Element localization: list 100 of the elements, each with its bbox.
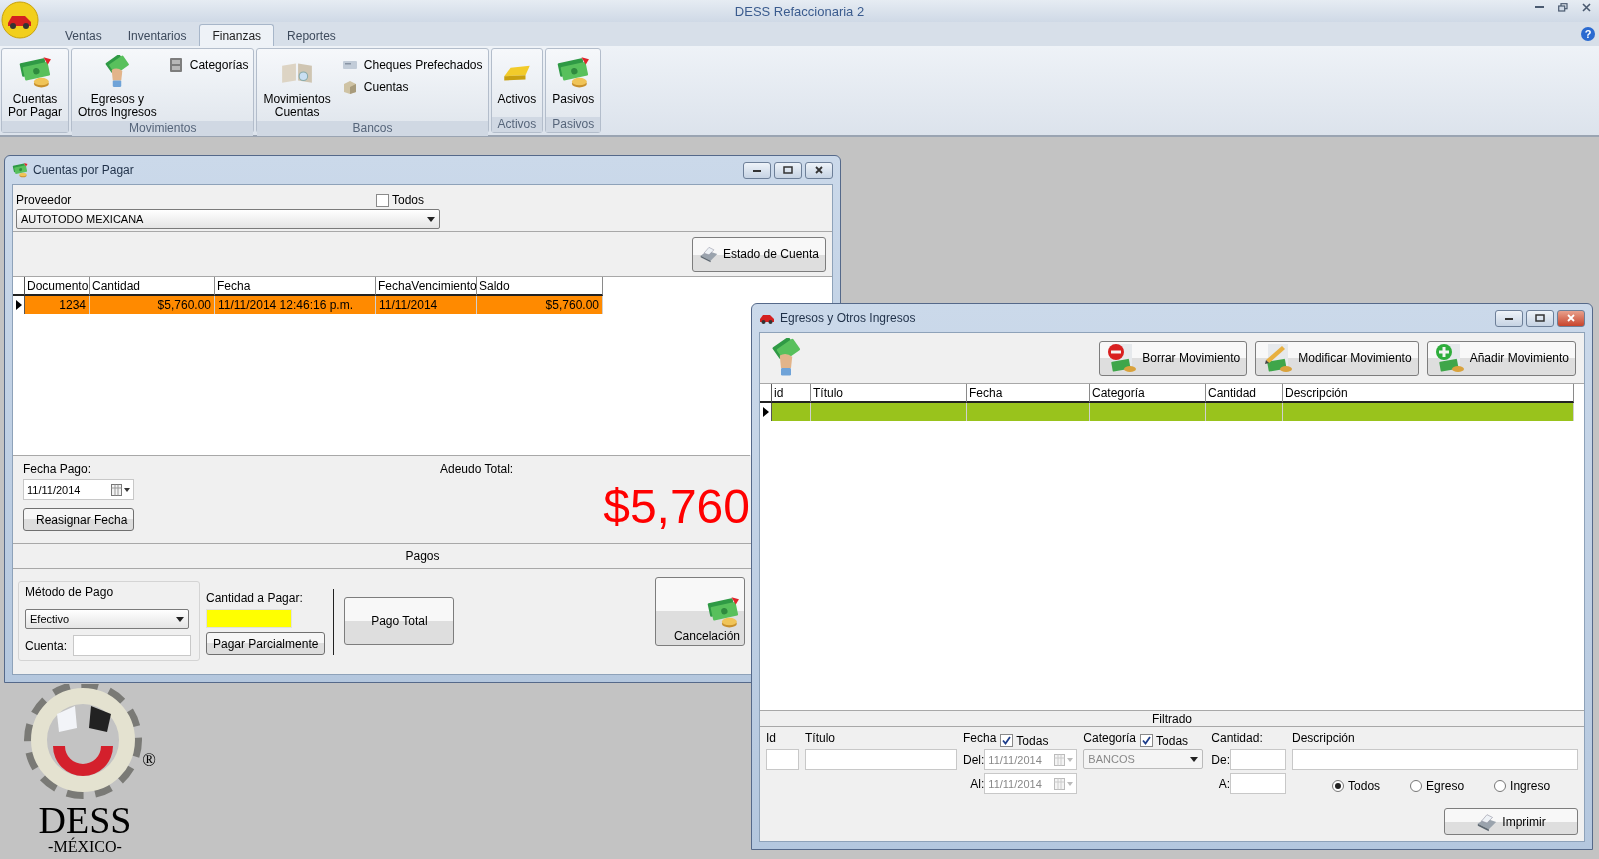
- money-icon: [18, 55, 52, 89]
- checkbox-label: Todos: [391, 193, 424, 207]
- maximize-button[interactable]: [774, 161, 802, 179]
- maximize-icon: [783, 166, 793, 174]
- minimize-button[interactable]: [743, 161, 771, 179]
- table-cell: $5,760.00: [545, 298, 599, 312]
- payment-method-dropdown[interactable]: Efectivo: [25, 609, 189, 629]
- input-field[interactable]: [766, 749, 799, 770]
- money-icon: [706, 595, 740, 629]
- total-amount: $5,760: [603, 482, 750, 532]
- field-label: Título: [805, 729, 836, 746]
- ribbon-button[interactable]: Egresos y Otros Ingresos: [74, 51, 161, 119]
- delete-button[interactable]: Borrar Movimiento: [1099, 340, 1248, 376]
- delete-money-icon: [1106, 342, 1139, 374]
- caret-icon: [1190, 756, 1199, 762]
- group-caption: Activos: [491, 117, 543, 132]
- ribbon-tab[interactable]: Reportes: [274, 24, 349, 46]
- money-icon: [556, 55, 591, 89]
- full-payment-button[interactable]: Pago Total: [344, 597, 455, 645]
- ribbon-button[interactable]: Categorías: [164, 57, 252, 73]
- close-button[interactable]: [805, 161, 833, 179]
- calendar-icon: [1054, 753, 1075, 766]
- maximize-button[interactable]: [1526, 309, 1554, 327]
- group-caption: Bancos: [257, 121, 488, 136]
- radio-button[interactable]: [1332, 780, 1345, 792]
- field-label: A:: [1218, 776, 1231, 791]
- field-label: Al:: [970, 776, 985, 791]
- checkbox-label: Todas: [1156, 733, 1189, 748]
- cancel-button[interactable]: Cancelación: [655, 577, 745, 646]
- group-caption: Movimientos: [72, 121, 254, 136]
- checkbox[interactable]: [375, 193, 389, 207]
- close-button[interactable]: [1557, 309, 1585, 327]
- cabinet-icon: [167, 57, 184, 73]
- ribbon-button[interactable]: Cheques Prefechados: [338, 57, 486, 73]
- input-field[interactable]: [805, 749, 957, 770]
- app-menu-orb-icon: [1, 1, 39, 39]
- radio-button[interactable]: [1410, 780, 1423, 792]
- registered-mark: ®: [142, 750, 156, 771]
- field-label: Cuenta:: [25, 638, 68, 653]
- check-icon: [1142, 736, 1152, 745]
- radio-button[interactable]: [1494, 780, 1507, 792]
- calendar-icon: [111, 483, 131, 496]
- total-label: Adeudo Total:: [440, 462, 514, 476]
- maximize-icon: [1535, 314, 1545, 322]
- partial-payment-button[interactable]: Pagar Parcialmente: [206, 632, 326, 655]
- radio-label: Egreso: [1426, 779, 1465, 793]
- logo-subtitle: -MÉXICO-: [48, 838, 122, 856]
- window-title: Cuentas por Pagar: [33, 163, 134, 177]
- close-icon: [1582, 3, 1591, 12]
- minimize-button[interactable]: [1495, 309, 1523, 327]
- close-button[interactable]: [1582, 3, 1591, 12]
- caret-icon: [427, 216, 435, 222]
- ribbon-button[interactable]: Cuentas Por Pagar: [4, 51, 67, 119]
- table-row[interactable]: 1234 $5,760.00 11/11/2014 12:46:16 p.m. 11/11/2014 $5,760.00: [13, 296, 603, 314]
- print-button[interactable]: Imprimir: [1444, 808, 1578, 835]
- input-field[interactable]: [1230, 773, 1287, 794]
- radio-label: Ingreso: [1510, 779, 1551, 793]
- ribbon-tab[interactable]: Inventarios: [114, 24, 200, 46]
- field-label: Del:: [963, 752, 985, 767]
- minimize-icon: [1504, 315, 1514, 321]
- ribbon-button[interactable]: Movimientos Cuentas: [259, 51, 335, 119]
- date-field[interactable]: 11/11/2014: [23, 479, 134, 500]
- edit-money-icon: [1262, 342, 1295, 374]
- close-icon: [1566, 314, 1576, 322]
- field-label: Proveedor: [16, 193, 72, 207]
- supplier-dropdown[interactable]: AUTOTODO MEXICANA: [16, 209, 440, 229]
- amount-field[interactable]: [206, 609, 292, 628]
- table-cell: $5,760.00: [157, 298, 211, 312]
- logo-name: DESS: [38, 802, 132, 838]
- ribbon-tab[interactable]: Finanzas: [199, 24, 275, 46]
- table-cell: 11/11/2014: [379, 298, 438, 312]
- field-label: Categoría: [1083, 730, 1137, 745]
- ribbon-tab[interactable]: Ventas: [52, 24, 115, 46]
- caret-icon: [176, 616, 184, 622]
- ribbon-button[interactable]: Pasivos: [548, 51, 599, 115]
- app-title: DESS Refaccionaria 2: [734, 3, 865, 19]
- field-label: Cantidad a Pagar:: [206, 591, 303, 605]
- input-field[interactable]: [1292, 749, 1578, 770]
- statement-button[interactable]: Estado de Cuenta: [692, 236, 826, 272]
- input-field[interactable]: [1230, 749, 1287, 770]
- radio-label: Todos: [1348, 779, 1381, 793]
- group-caption: Pasivos: [546, 117, 601, 132]
- field-label: De:: [1211, 752, 1231, 767]
- input-field[interactable]: [73, 635, 192, 656]
- minimize-icon: [752, 167, 762, 173]
- row-pointer-icon: [15, 300, 22, 310]
- field-label: Fecha: [963, 730, 997, 745]
- field-label: Id: [766, 729, 777, 746]
- add-button[interactable]: Añadir Movimiento: [1426, 340, 1576, 376]
- section-title: Filtrado: [1152, 711, 1192, 726]
- checkbox-label: Todas: [1016, 733, 1049, 748]
- restore-button[interactable]: [1558, 3, 1568, 12]
- field-label: Cantidad:: [1211, 729, 1264, 746]
- edit-button[interactable]: Modificar Movimiento: [1255, 340, 1419, 376]
- group-title: Método de Pago: [25, 585, 115, 599]
- reassign-date-button[interactable]: Reasignar Fecha: [23, 508, 134, 531]
- ribbon-button[interactable]: Cuentas: [338, 79, 486, 95]
- window-title: Egresos y Otros Ingresos: [780, 311, 916, 325]
- check-icon: [1002, 736, 1012, 745]
- ribbon-button[interactable]: Activos: [493, 51, 541, 115]
